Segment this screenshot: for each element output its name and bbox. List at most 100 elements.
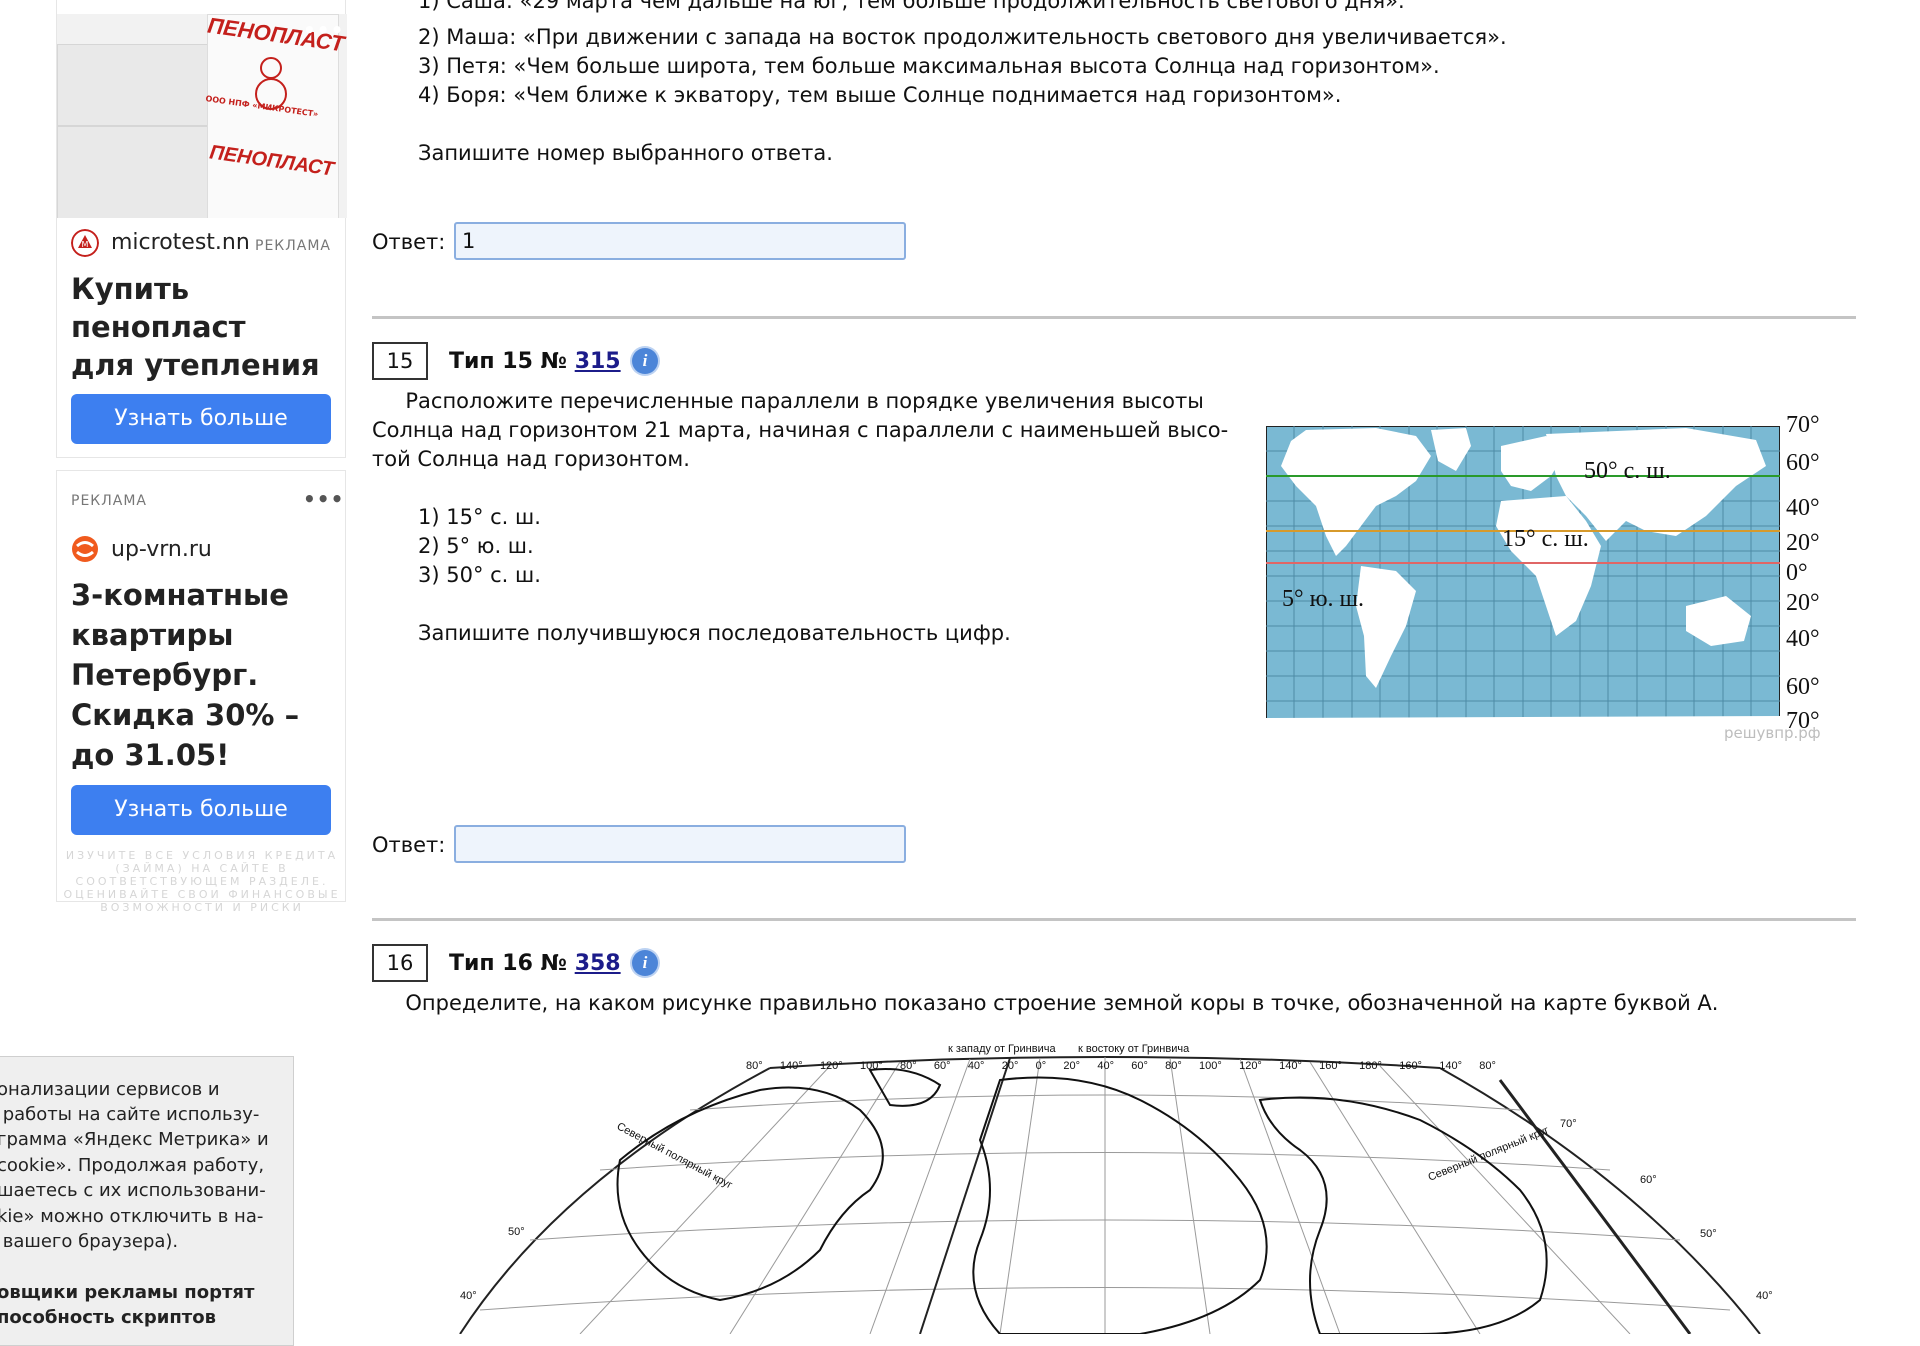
longitude-label: 160° bbox=[1399, 1060, 1422, 1072]
svg-text:M: M bbox=[82, 240, 89, 249]
q15-option-3: 3) 50° с. ш. bbox=[418, 563, 541, 587]
ad-block-apartments[interactable]: РЕКЛАМА ••• up-vrn.ru 3-комнатные кварти… bbox=[56, 470, 346, 914]
ad-disclaimer: ИЗУЧИТЕ ВСЕ УСЛОВИЯ КРЕДИТА (ЗАЙМА) НА С… bbox=[63, 849, 341, 914]
q15-text-line: Расположите перечисленные параллели в по… bbox=[372, 389, 1204, 413]
ad-menu-icon[interactable]: ••• bbox=[303, 487, 344, 511]
longitude-label: 60° bbox=[1131, 1060, 1148, 1072]
info-icon[interactable]: i bbox=[632, 348, 658, 374]
ad-headline-line: Петербург. bbox=[71, 658, 259, 692]
ad-image[interactable]: ПЕНОПЛАСТ ООО НПФ «МИКРОТЕСТ» ПЕНОПЛАСТ bbox=[57, 14, 347, 218]
q15-map-scale: 20° bbox=[1786, 590, 1820, 616]
ad-tag: РЕКЛАМА bbox=[71, 493, 147, 509]
q16-map-header-west: к западу от Гринвича bbox=[948, 1043, 1056, 1055]
ad-image-block bbox=[57, 126, 209, 218]
longitude-label: 80° bbox=[746, 1060, 763, 1072]
q15-number: 15 bbox=[372, 342, 428, 380]
longitude-label: 80° bbox=[1165, 1060, 1182, 1072]
ad-headline-line: для утепления bbox=[71, 348, 320, 382]
info-icon[interactable]: i bbox=[632, 950, 658, 976]
q14-option-4: 4) Боря: «Чем ближе к экватору, тем выше… bbox=[418, 83, 1342, 107]
ad-learn-more-button[interactable]: Узнать больше bbox=[71, 394, 331, 444]
longitude-label: 120° bbox=[1239, 1060, 1262, 1072]
q15-option-2: 2) 5° ю. ш. bbox=[418, 534, 534, 558]
q15-answer-input[interactable] bbox=[454, 825, 906, 863]
longitude-label: 100° bbox=[1199, 1060, 1222, 1072]
q14-option-1: 1) Саша: «29 марта чем дальше на юг, тем… bbox=[418, 0, 1405, 13]
q15-map-label-5s: 5° ю. ш. bbox=[1282, 586, 1365, 612]
q14-answer-label: Ответ: bbox=[372, 230, 446, 254]
q16-type-label: Тип 16 № bbox=[449, 951, 575, 976]
ad-block-penoplast[interactable]: ПЕНОПЛАСТ ООО НПФ «МИКРОТЕСТ» ПЕНОПЛАСТ … bbox=[56, 0, 347, 458]
ad-headline-line: квартиры bbox=[71, 618, 234, 652]
ad-headline-line: Скидка 30% – bbox=[71, 698, 300, 732]
longitude-label: 100° bbox=[859, 1060, 883, 1072]
longitude-label: 140° bbox=[1279, 1060, 1302, 1072]
divider bbox=[372, 918, 1856, 921]
watermark: решувпр.рф bbox=[1724, 724, 1821, 742]
ad-headline-line: 3-комнатные bbox=[71, 578, 289, 612]
meridian-line bbox=[919, 1057, 1011, 1334]
q16-map-lat-label: 40° bbox=[460, 1290, 477, 1302]
ad-headline-line: Купить bbox=[71, 272, 190, 306]
q14-option-2: 2) Маша: «При движении с запада на восто… bbox=[418, 25, 1507, 49]
longitude-label: 140° bbox=[1439, 1060, 1462, 1072]
q15-map-label-15n: 15° с. ш. bbox=[1502, 526, 1589, 552]
cookie-notice-line: cookie». Продолжая работу, bbox=[0, 1155, 265, 1176]
q16-map-longitude-scale: 80° 140° 120° 100° 80° 60° 40° 20° 0° 20… bbox=[746, 1060, 1496, 1072]
cookie-notice-bold-line: пособность скриптов bbox=[0, 1307, 216, 1328]
longitude-label: 20° bbox=[1001, 1060, 1019, 1072]
q15-instruction: Запишите получившуюся последовательность… bbox=[418, 621, 1011, 645]
cookie-notice-bold-line: овщики рекламы портят bbox=[0, 1282, 255, 1303]
ad-headline[interactable]: 3-комнатные квартиры Петербург. Скидка 3… bbox=[71, 575, 299, 775]
longitude-label: 80° bbox=[900, 1060, 917, 1072]
q15-text-line: той Солнца над горизонтом. bbox=[372, 447, 690, 471]
longitude-label: 40° bbox=[967, 1060, 985, 1072]
ad-menu-icon[interactable]: ••• bbox=[303, 18, 344, 42]
q14-instruction: Запишите номер выбранного ответа. bbox=[418, 141, 833, 165]
longitude-label: 180° bbox=[1359, 1060, 1382, 1072]
q16-map-lat-label: 50° bbox=[508, 1226, 525, 1238]
q15-map-scale: 0° bbox=[1786, 560, 1808, 586]
map-frame bbox=[459, 1056, 1761, 1334]
q16-map-lat-label: 60° bbox=[1640, 1174, 1657, 1186]
up-vrn-logo-icon bbox=[72, 536, 98, 562]
q15-text-line: Солнца над горизонтом 21 марта, начиная … bbox=[372, 418, 1229, 442]
q16-map-lat-label: 50° bbox=[1700, 1228, 1717, 1240]
q14-answer-input[interactable] bbox=[454, 222, 906, 260]
q15-world-map bbox=[1266, 426, 1780, 726]
longitude-label: 160° bbox=[1319, 1060, 1342, 1072]
cookie-notice: онализации сервисов и работы на сайте ис… bbox=[0, 1056, 294, 1346]
ad-tag: РЕКЛАМА bbox=[255, 238, 331, 254]
q16-text: Определите, на каком рисунке правильно п… bbox=[372, 991, 1719, 1015]
q14-option-3: 3) Петя: «Чем больше широта, тем больше … bbox=[418, 54, 1440, 78]
q15-map-scale: 60° bbox=[1786, 674, 1820, 700]
ad-learn-more-button[interactable]: Узнать больше bbox=[71, 785, 331, 835]
ad-image-block bbox=[57, 44, 209, 126]
q15-map-scale: 70° bbox=[1786, 412, 1820, 438]
longitude-label: 120° bbox=[819, 1060, 843, 1072]
q16-outline-map bbox=[459, 1056, 1761, 1334]
q16-map-lat-label: 70° bbox=[1560, 1118, 1577, 1130]
ad-headline[interactable]: Купить пенопласт для утепления bbox=[71, 270, 320, 384]
q16-id-link[interactable]: 358 bbox=[575, 951, 621, 976]
microtest-logo-icon: M bbox=[71, 229, 99, 257]
cookie-notice-line: работы на сайте использу- bbox=[0, 1104, 260, 1125]
cookie-notice-line: онализации сервисов и bbox=[0, 1079, 220, 1100]
q15-type: Тип 15 № 315 bbox=[449, 349, 621, 374]
ad-headline-line: пенопласт bbox=[71, 310, 246, 344]
snowman-mascot-icon bbox=[255, 57, 287, 110]
q15-option-1: 1) 15° с. ш. bbox=[418, 505, 541, 529]
q15-id-link[interactable]: 315 bbox=[575, 349, 621, 374]
longitude-label: 140° bbox=[779, 1060, 803, 1072]
longitude-label: 80° bbox=[1479, 1060, 1496, 1072]
q16-map-header-east: к востоку от Гринвича bbox=[1078, 1043, 1190, 1055]
q15-answer-label: Ответ: bbox=[372, 833, 446, 857]
ad-domain[interactable]: microtest.nn bbox=[111, 230, 250, 255]
cookie-notice-line: грамма «Яндекс Метрика» и bbox=[0, 1129, 269, 1150]
longitude-label: 60° bbox=[933, 1060, 951, 1072]
q15-map-scale: 20° bbox=[1786, 530, 1820, 556]
ad-headline-line: до 31.05! bbox=[71, 738, 230, 772]
q16-map-lat-label: 40° bbox=[1756, 1290, 1773, 1302]
ad-domain[interactable]: up-vrn.ru bbox=[111, 537, 212, 562]
q15-map-scale: 60° bbox=[1786, 450, 1820, 476]
